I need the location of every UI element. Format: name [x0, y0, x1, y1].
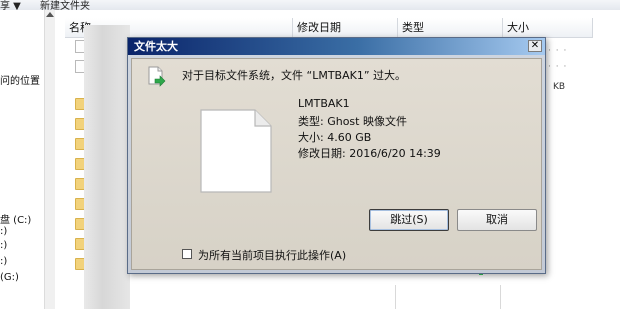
file-size: 大小: 4.60 GB [298, 131, 372, 144]
cancel-button[interactable]: 取消 [457, 209, 537, 231]
scroll-up-arrow-icon[interactable] [46, 12, 54, 17]
blank-file-icon [200, 109, 272, 193]
dialog-title: 文件太大 [134, 40, 178, 53]
move-file-icon [148, 66, 166, 87]
dialog-message: 对于目标文件系统，文件 “LMTBAK1” 过大。 [182, 69, 407, 82]
column-divider [500, 285, 501, 309]
apply-to-all-checkbox[interactable] [182, 249, 192, 259]
nav-item-drive-d[interactable]: :) [0, 226, 7, 237]
close-button[interactable]: ✕ [528, 40, 542, 52]
column-divider [395, 285, 396, 309]
nav-item-drive-f[interactable]: :) [0, 256, 7, 267]
apply-to-all-label[interactable]: 为所有当前项目执行此操作(A) [198, 247, 346, 263]
dialog-titlebar[interactable]: 文件太大 ✕ [128, 38, 545, 55]
file-type: 类型: Ghost 映像文件 [298, 115, 407, 128]
nav-scrollbar[interactable] [44, 10, 55, 309]
file-modified-date: 修改日期: 2016/6/20 14:39 [298, 147, 441, 160]
column-header-type[interactable]: 类型 [398, 18, 503, 38]
cancel-button-label: 取消 [486, 213, 508, 226]
file-too-large-dialog: 文件太大 ✕ 对于目标文件系统，文件 “LMTBAK1” 过大。 LMTBAK1… [127, 37, 546, 274]
nav-item-drive-g[interactable]: (G:) [0, 272, 19, 283]
size-unit-label: KB [553, 82, 566, 92]
truncated-indicator: · · · [548, 62, 568, 72]
dialog-body: 对于目标文件系统，文件 “LMTBAK1” 过大。 LMTBAK1 类型: Gh… [131, 58, 542, 270]
navigation-pane: 问的位置 盘 (C:) :) :) :) (G:) [0, 10, 45, 309]
skip-button-label: 跳过(S) [390, 213, 428, 226]
nav-item-location[interactable]: 问的位置 [0, 72, 40, 87]
file-name: LMTBAK1 [298, 97, 350, 110]
blurred-region [84, 25, 130, 309]
skip-button[interactable]: 跳过(S) [369, 209, 449, 231]
column-header-size[interactable]: 大小 [503, 18, 593, 38]
nav-item-drive-c[interactable]: 盘 (C:) [0, 211, 31, 226]
column-header-modified[interactable]: 修改日期 [293, 18, 398, 38]
nav-item-drive-e[interactable]: :) [0, 240, 7, 251]
truncated-indicator: · · · [548, 46, 568, 56]
